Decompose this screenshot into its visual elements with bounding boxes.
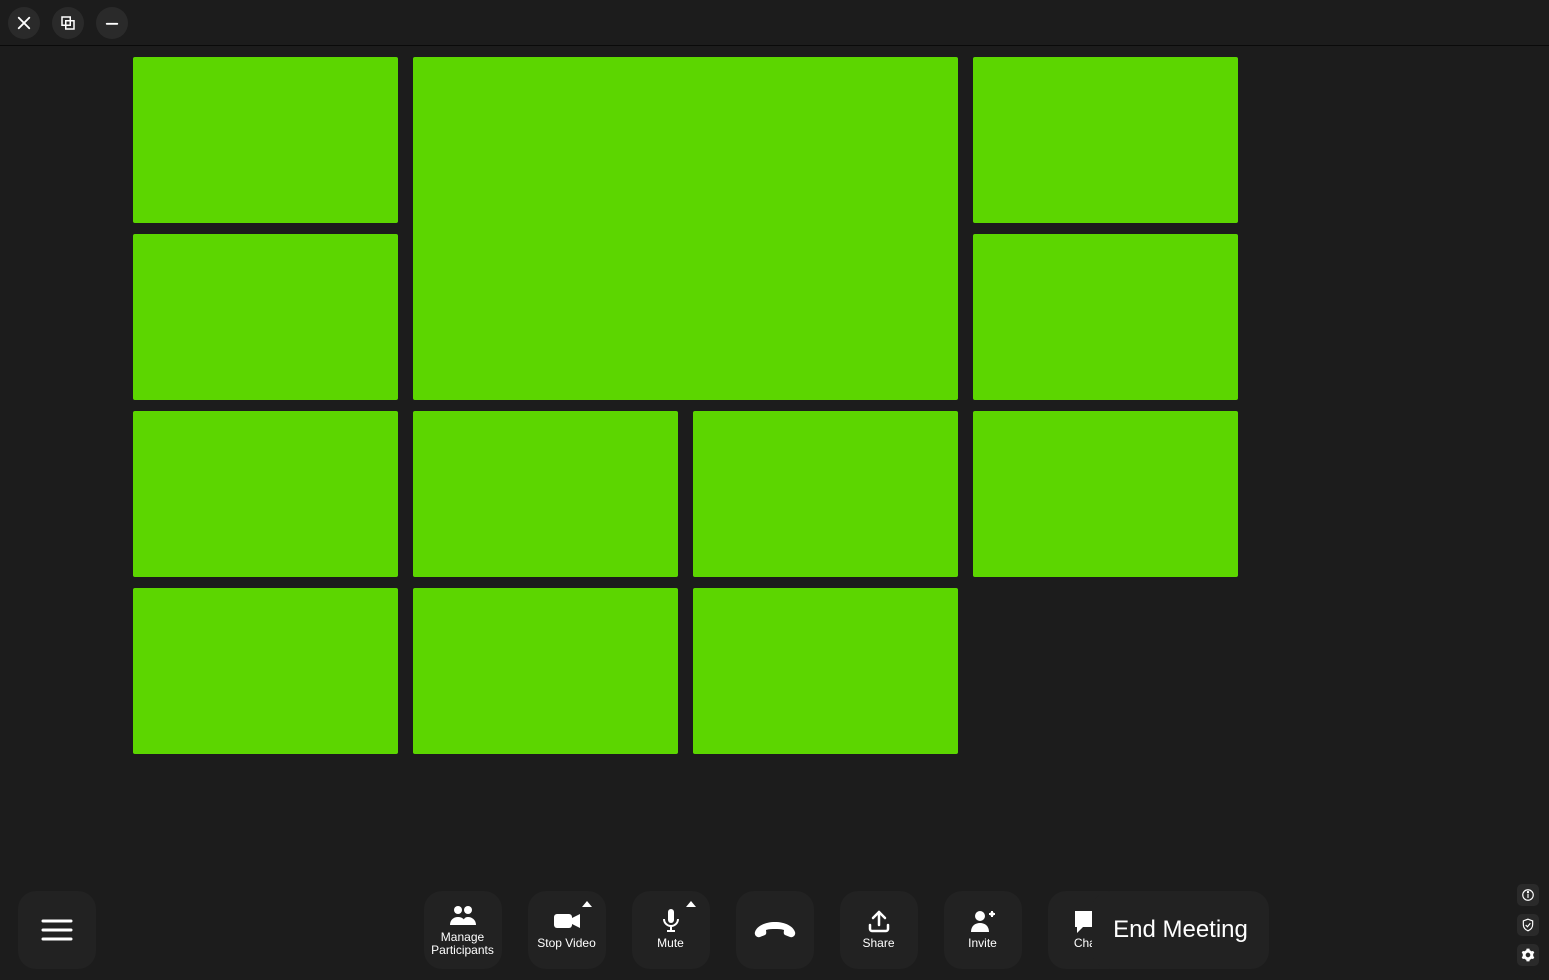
video-tile[interactable] [693, 588, 958, 754]
share-icon [867, 909, 891, 933]
end-meeting-button[interactable]: End Meeting [1092, 891, 1269, 969]
security-button[interactable] [1517, 914, 1539, 936]
menu-icon [41, 918, 73, 942]
end-meeting-label: End Meeting [1113, 916, 1248, 944]
add-user-icon [970, 909, 996, 933]
video-tile[interactable] [133, 234, 398, 400]
hangup-button[interactable] [736, 891, 814, 969]
shield-icon [1521, 918, 1535, 932]
camera-icon [554, 909, 580, 933]
video-grid [133, 57, 1239, 754]
video-tile[interactable] [413, 411, 678, 577]
merge-icon [59, 14, 77, 32]
chevron-up-icon [582, 901, 592, 907]
participants-icon [449, 903, 477, 927]
video-tile[interactable] [693, 411, 958, 577]
close-button[interactable] [8, 7, 40, 39]
menu-button[interactable] [18, 891, 96, 969]
manage-participants-button[interactable]: Manage Participants [424, 891, 502, 969]
info-button[interactable] [1517, 884, 1539, 906]
minimize-icon [103, 14, 121, 32]
video-tile[interactable] [973, 234, 1238, 400]
video-tile[interactable] [133, 588, 398, 754]
share-button[interactable]: Share [840, 891, 918, 969]
video-tile[interactable] [973, 57, 1238, 223]
stop-video-label: Stop Video [537, 937, 596, 950]
close-icon [15, 14, 33, 32]
center-controls: Manage Participants Stop Video Mute [424, 891, 1126, 969]
merge-button[interactable] [52, 7, 84, 39]
phone-icon [753, 918, 797, 942]
settings-button[interactable] [1517, 944, 1539, 966]
video-tile[interactable] [973, 411, 1238, 577]
video-tile[interactable] [133, 411, 398, 577]
manage-participants-label: Manage Participants [431, 931, 494, 957]
mute-button[interactable]: Mute [632, 891, 710, 969]
bottom-toolbar: Manage Participants Stop Video Mute [0, 880, 1549, 980]
minimize-button[interactable] [96, 7, 128, 39]
info-icon [1521, 888, 1535, 902]
mute-label: Mute [657, 937, 684, 950]
window-titlebar [0, 0, 1549, 46]
video-tile[interactable] [133, 57, 398, 223]
video-area: Manage Participants Stop Video Mute [0, 46, 1549, 980]
video-tile-main[interactable] [413, 57, 958, 400]
invite-button[interactable]: Invite [944, 891, 1022, 969]
video-tile[interactable] [413, 588, 678, 754]
gear-icon [1521, 948, 1535, 962]
chevron-up-icon [686, 901, 696, 907]
microphone-icon [662, 909, 680, 933]
invite-label: Invite [968, 937, 997, 950]
share-label: Share [862, 937, 894, 950]
side-icons [1517, 884, 1539, 966]
stop-video-button[interactable]: Stop Video [528, 891, 606, 969]
